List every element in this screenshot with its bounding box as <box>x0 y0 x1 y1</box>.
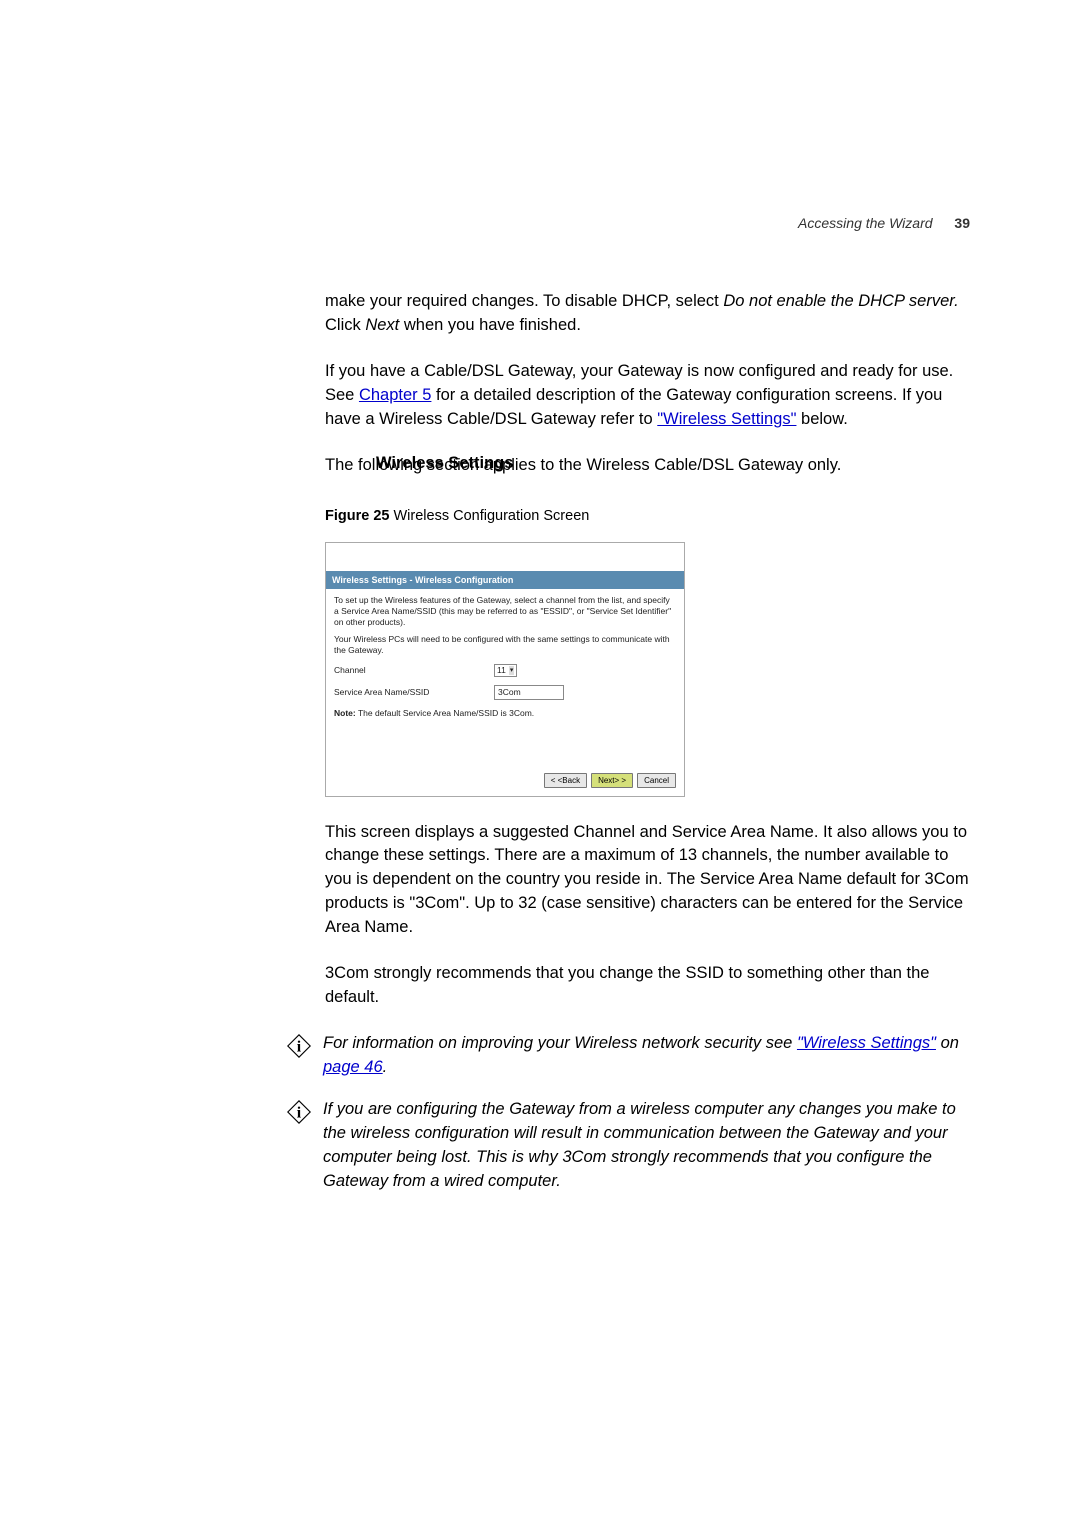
intro-para-1: make your required changes. To disable D… <box>325 290 970 338</box>
link-wireless-settings-2[interactable]: "Wireless Settings" <box>797 1034 936 1052</box>
text-fragment: For information on improving your Wirele… <box>323 1034 797 1052</box>
note-text: The default Service Area Name/SSID is 3C… <box>356 708 534 718</box>
page-number: 39 <box>954 215 970 231</box>
channel-select[interactable]: 11 <box>494 664 517 677</box>
text-fragment: Click <box>325 316 365 334</box>
info-icon: i <box>285 1098 315 1131</box>
text-fragment: below. <box>796 410 847 428</box>
link-wireless-settings[interactable]: "Wireless Settings" <box>657 410 796 428</box>
screenshot-desc-2: Your Wireless PCs will need to be config… <box>334 634 676 656</box>
cancel-button[interactable]: Cancel <box>637 773 676 788</box>
text-fragment: make your required changes. To disable D… <box>325 292 723 310</box>
channel-value: 11 <box>497 665 506 676</box>
svg-text:i: i <box>297 1104 302 1121</box>
text-emphasis: Next <box>365 316 399 334</box>
intro-para-2: If you have a Cable/DSL Gateway, your Ga… <box>325 360 970 432</box>
link-page-46[interactable]: page 46 <box>323 1058 383 1076</box>
figure-caption: Figure 25 Wireless Configuration Screen <box>325 508 970 524</box>
section-heading-wireless: Wireless Settings <box>376 454 513 473</box>
ssid-label: Service Area Name/SSID <box>334 687 494 698</box>
screenshot-title: Wireless Settings - Wireless Configurati… <box>326 571 684 589</box>
screenshot-note: Note: The default Service Area Name/SSID… <box>334 708 676 719</box>
channel-label: Channel <box>334 665 494 676</box>
text-fragment: on <box>936 1034 959 1052</box>
screenshot-desc-1: To set up the Wireless features of the G… <box>334 595 676 628</box>
ssid-input[interactable]: 3Com <box>494 685 564 700</box>
page-header: Accessing the Wizard 39 <box>798 215 970 231</box>
text-emphasis: Do not enable the DHCP server. <box>723 292 958 310</box>
info-note-2: If you are configuring the Gateway from … <box>323 1098 970 1194</box>
header-section-title: Accessing the Wizard <box>798 215 932 231</box>
wireless-body-1: This screen displays a suggested Channel… <box>325 821 970 941</box>
figure-label: Figure 25 <box>325 508 389 524</box>
note-label: Note: <box>334 708 356 718</box>
text-fragment: when you have finished. <box>399 316 581 334</box>
next-button[interactable]: Next> > <box>591 773 633 788</box>
svg-text:i: i <box>297 1039 302 1056</box>
figure-title: Wireless Configuration Screen <box>389 508 589 524</box>
wireless-body-2: 3Com strongly recommends that you change… <box>325 962 970 1010</box>
back-button[interactable]: < <Back <box>544 773 587 788</box>
screenshot-wireless-config: Wireless Settings - Wireless Configurati… <box>325 542 685 797</box>
link-chapter-5[interactable]: Chapter 5 <box>359 386 431 404</box>
info-note-1: For information on improving your Wirele… <box>323 1032 970 1080</box>
info-icon: i <box>285 1032 315 1065</box>
text-fragment: . <box>383 1058 388 1076</box>
